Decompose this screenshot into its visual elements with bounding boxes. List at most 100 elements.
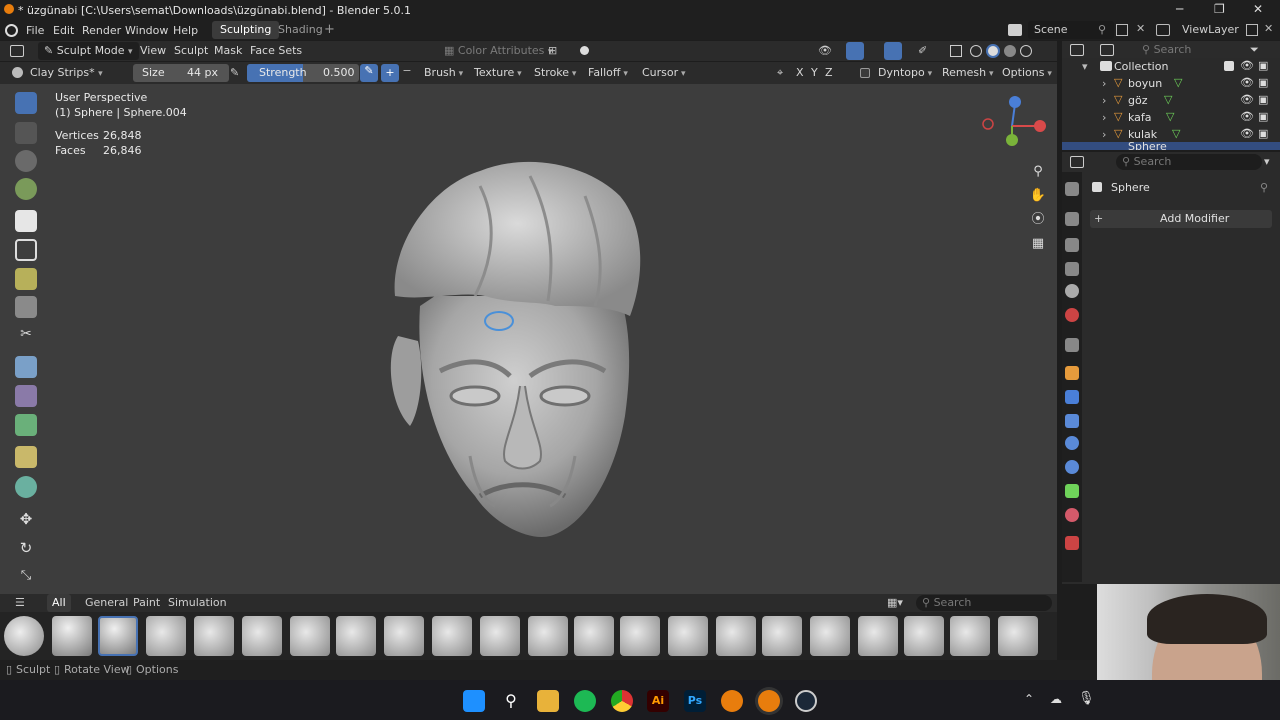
brush-smooth-icon[interactable] <box>904 616 944 656</box>
brush-clay-strips-icon[interactable] <box>98 616 138 656</box>
maximize-icon[interactable]: ❐ <box>1214 2 1225 16</box>
menu-texture[interactable]: Texture <box>468 64 528 82</box>
box-trim-tool-icon[interactable] <box>15 296 37 318</box>
rotate-tool-icon[interactable]: ↻ <box>15 539 37 561</box>
cloth-filter-tool-icon[interactable] <box>15 385 37 407</box>
chrome-icon[interactable] <box>611 690 633 712</box>
blender-active-icon[interactable] <box>758 690 780 712</box>
brush-snake-hook-icon[interactable] <box>950 616 990 656</box>
pin-icon[interactable]: ⚲ <box>1098 23 1106 36</box>
collection-tab-icon[interactable] <box>1065 338 1079 352</box>
object-tab-icon[interactable] <box>1065 366 1079 380</box>
new-scene-icon[interactable] <box>1116 24 1128 36</box>
outliner-item-kulak[interactable]: › ▽ kulak ▽ 👁 ▣ <box>1062 126 1280 143</box>
options-dropdown[interactable]: Options <box>996 64 1058 82</box>
constraints-tab-icon[interactable] <box>1065 460 1079 474</box>
shelf-search-input[interactable]: ⚲ Search <box>916 595 1052 611</box>
symmetry-icon[interactable]: ⌖ <box>777 66 783 80</box>
move-tool-icon[interactable]: ✥ <box>15 510 37 532</box>
brush-flatten-icon[interactable] <box>432 616 472 656</box>
brush-relax-icon[interactable] <box>762 616 802 656</box>
sculpted-head-model[interactable] <box>380 156 660 551</box>
add-workspace-icon[interactable]: + <box>324 22 335 37</box>
render-camera-icon[interactable]: ▣ <box>1258 110 1268 123</box>
view-layer-field[interactable]: ViewLayer <box>1176 21 1240 39</box>
shelf-tab-paint[interactable]: Paint <box>133 596 160 609</box>
display-size-icon[interactable]: ▦▾ <box>887 596 903 609</box>
expand-icon[interactable]: › <box>1102 94 1106 107</box>
modifier-tab-icon[interactable] <box>1065 390 1079 404</box>
mask-by-color-tool-icon[interactable] <box>15 476 37 498</box>
expand-icon[interactable]: › <box>1102 77 1106 90</box>
gizmo-toggle-icon[interactable] <box>846 42 864 60</box>
world-tab-icon[interactable] <box>1065 308 1079 322</box>
mask-tool-icon[interactable] <box>15 210 37 232</box>
search-icon[interactable]: ⚲ <box>500 690 522 712</box>
brush-crease-icon[interactable] <box>194 616 234 656</box>
render-camera-icon[interactable]: ▣ <box>1258 59 1268 72</box>
menu-brush[interactable]: Brush <box>418 64 469 82</box>
shading-dot-icon[interactable] <box>580 46 589 55</box>
expand-icon[interactable]: › <box>1102 128 1106 141</box>
cloud-icon[interactable]: ☁ <box>1050 692 1062 706</box>
add-modifier-button[interactable]: + Add Modifier <box>1090 210 1272 228</box>
microphone-icon[interactable]: 🎙 <box>1078 691 1095 706</box>
dyntopo-checkbox[interactable] <box>860 68 870 78</box>
output-tab-icon[interactable] <box>1065 238 1079 252</box>
outliner-item-kafa[interactable]: › ▽ kafa ▽ 👁 ▣ <box>1062 109 1280 126</box>
shelf-menu-icon[interactable]: ☰ <box>15 596 25 609</box>
brush-clay-icon[interactable] <box>52 616 92 656</box>
expand-icon[interactable]: › <box>1102 111 1106 124</box>
shelf-tab-general[interactable]: General <box>85 596 128 609</box>
menu-falloff[interactable]: Falloff <box>582 64 634 82</box>
render-camera-icon[interactable]: ▣ <box>1258 127 1268 140</box>
brush-rotate-icon[interactable] <box>810 616 850 656</box>
delete-scene-icon[interactable]: ✕ <box>1136 22 1145 35</box>
properties-search-input[interactable]: ⚲ Search <box>1116 154 1262 170</box>
menu-file[interactable]: File <box>26 24 44 37</box>
menu-cursor[interactable]: Cursor <box>636 64 692 82</box>
blender-icon[interactable] <box>721 690 743 712</box>
editor-type-icon[interactable] <box>10 45 24 57</box>
windows-icon[interactable] <box>463 690 485 712</box>
color-filter-tool-icon[interactable] <box>15 414 37 436</box>
brush-fill-icon[interactable] <box>384 616 424 656</box>
camera-view-icon[interactable]: ⦿ <box>1028 210 1048 230</box>
visibility-eye-icon[interactable]: 👁 <box>1240 127 1254 140</box>
navigation-gizmo[interactable] <box>978 94 1050 156</box>
outliner-collection-row[interactable]: ▾ Collection 👁 ▣ <box>1062 58 1280 75</box>
visibility-eye-icon[interactable]: 👁 <box>1240 110 1254 123</box>
visibility-icon[interactable]: 👁 <box>818 44 832 57</box>
box-face-set-tool-icon[interactable] <box>15 268 37 290</box>
visibility-eye-icon[interactable]: 👁 <box>1240 59 1254 72</box>
brush-selector[interactable]: Clay Strips* <box>24 64 109 82</box>
menu-stroke[interactable]: Stroke <box>528 64 582 82</box>
brush-grab-icon[interactable] <box>480 616 520 656</box>
edit-face-set-tool-icon[interactable] <box>15 446 37 468</box>
material-shading-icon[interactable] <box>1004 45 1016 57</box>
size-field[interactable]: Size 44 px <box>133 64 229 82</box>
box-mask-tool-icon[interactable] <box>15 239 37 261</box>
new-view-layer-icon[interactable] <box>1246 24 1258 36</box>
size-pressure-icon[interactable]: ✎ <box>230 66 239 79</box>
zoom-icon[interactable]: ⚲ <box>1028 162 1048 182</box>
texture-tab-icon[interactable] <box>1065 536 1079 550</box>
tab-shading[interactable]: Shading <box>270 21 331 39</box>
render-camera-icon[interactable]: ▣ <box>1258 93 1268 106</box>
menu-edit[interactable]: Edit <box>53 24 74 37</box>
brush-scrape-icon[interactable] <box>858 616 898 656</box>
remesh-dropdown[interactable]: Remesh <box>936 64 1000 82</box>
brush-inflate-icon[interactable] <box>528 616 568 656</box>
perspective-toggle-icon[interactable]: ▦ <box>1028 234 1048 254</box>
outliner-item-sphere[interactable]: Sphere <box>1062 142 1280 150</box>
physics-tab-icon[interactable] <box>1065 436 1079 450</box>
collapse-icon[interactable]: ▾ <box>1082 60 1088 73</box>
mirror-z-toggle[interactable]: Z <box>819 64 839 82</box>
solid-shading-icon[interactable] <box>986 44 1000 58</box>
collection-checkbox[interactable] <box>1224 61 1234 71</box>
photoshop-icon[interactable]: Ps <box>684 690 706 712</box>
menu-face-sets[interactable]: Face Sets <box>244 42 308 60</box>
line-project-tool-icon[interactable]: ✂ <box>15 326 37 348</box>
brush-tool-2-icon[interactable] <box>15 122 37 144</box>
brush-display-icon[interactable]: ⊞ <box>548 44 557 57</box>
